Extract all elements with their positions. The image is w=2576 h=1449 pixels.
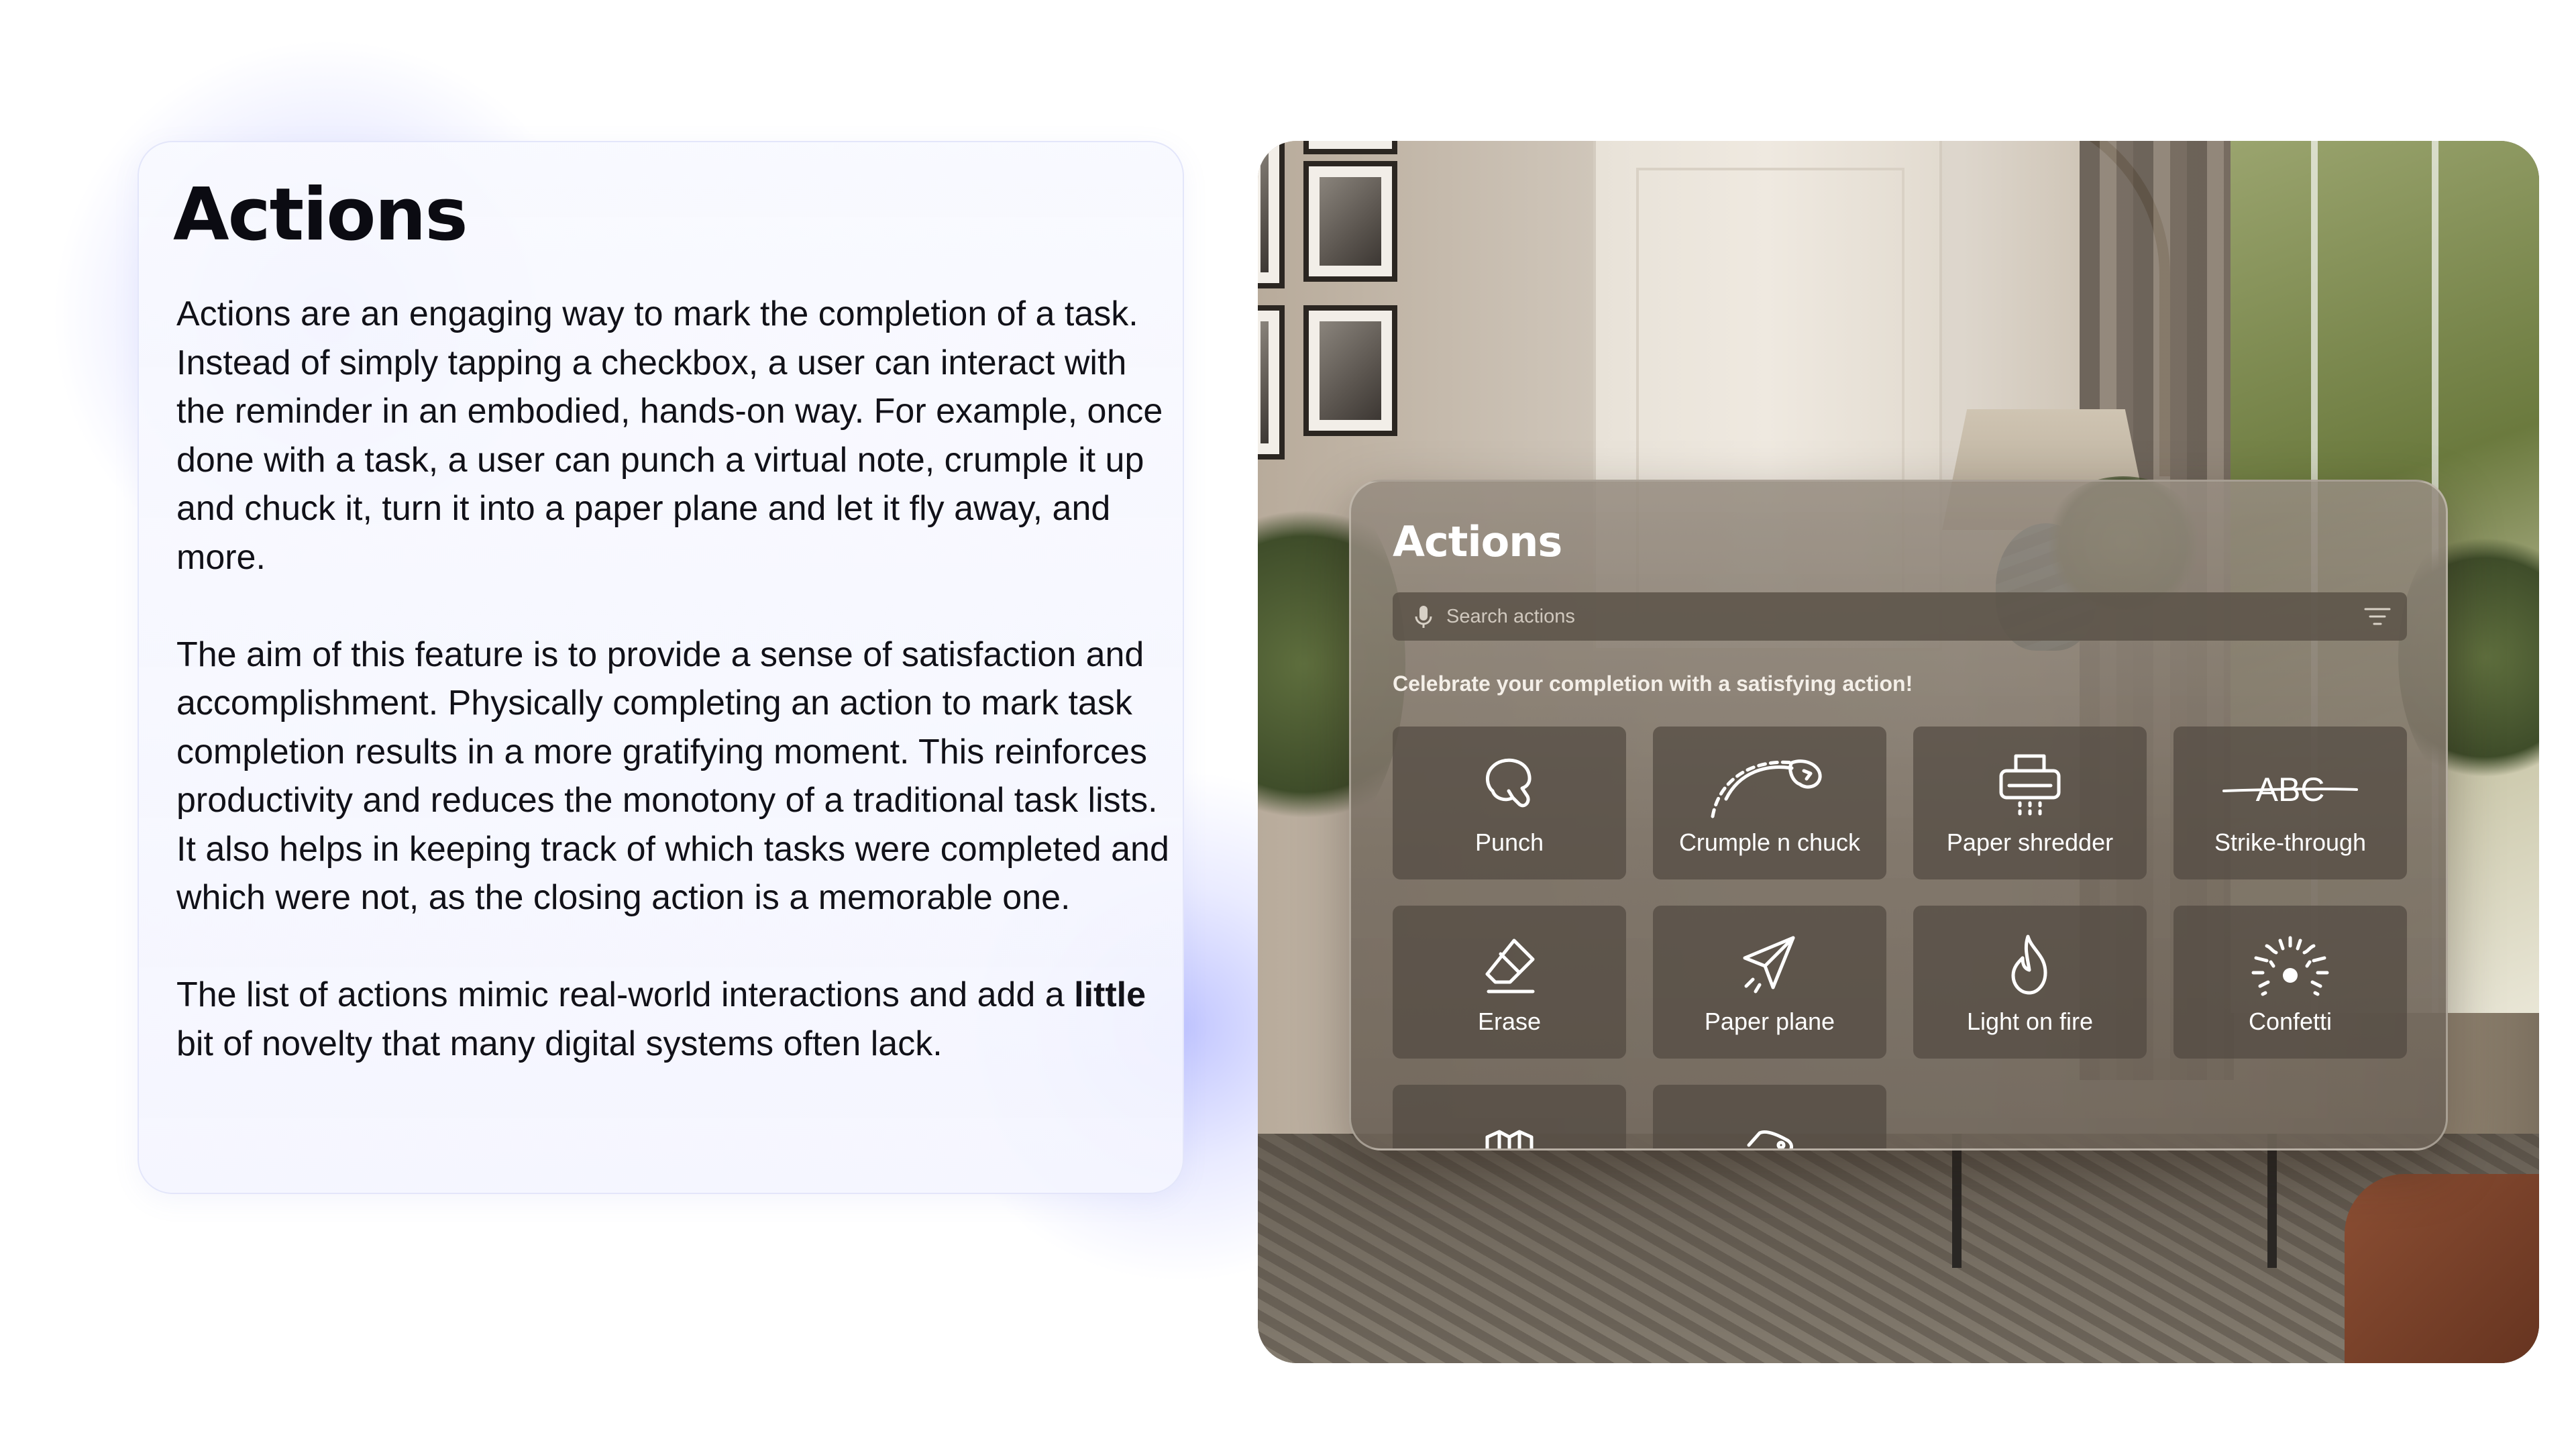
table-leg (2267, 1134, 2277, 1268)
filter-icon[interactable] (2364, 606, 2391, 627)
action-strike-through[interactable]: ABC Strike-through (2174, 727, 2407, 879)
description-paragraph: The aim of this feature is to provide a … (176, 635, 1169, 918)
fold-icon (1472, 1110, 1546, 1148)
paragraph-text: The list of actions mimic real-world int… (176, 975, 1075, 1014)
actions-panel: Actions Celebrate your completion with a… (1349, 480, 2448, 1150)
paper-shredder-icon (1993, 752, 2067, 819)
panel-title: Actions (1393, 517, 1562, 566)
action-erase[interactable]: Erase (1393, 906, 1626, 1059)
search-input[interactable] (1446, 592, 2345, 641)
action-label: Paper plane (1704, 1008, 1835, 1035)
description-paragraph: Actions are an engaging way to mark the … (176, 294, 1163, 577)
eraser-icon (1472, 931, 1546, 998)
armchair (2345, 1174, 2539, 1363)
action-label: Crumple n chuck (1678, 828, 1861, 856)
microphone-icon[interactable] (1410, 603, 1437, 630)
paragraph-text: bit of novelty that many digital systems… (176, 1024, 943, 1063)
strike-through-icon: ABC (2220, 752, 2361, 819)
picture-frame (1258, 141, 1285, 288)
action-confetti[interactable]: Confetti (2174, 906, 2407, 1059)
action-paper-plane[interactable]: Paper plane (1653, 906, 1886, 1059)
tag-icon (1733, 1110, 1807, 1148)
action-light-on-fire[interactable]: Light on fire (1913, 906, 2147, 1059)
action-tile[interactable] (1653, 1085, 1886, 1148)
confetti-icon (2240, 931, 2341, 998)
action-label: Strike-through (2214, 828, 2367, 856)
action-paper-shredder[interactable]: Paper shredder (1913, 727, 2147, 879)
picture-frame (1303, 161, 1397, 282)
paper-plane-icon (1733, 931, 1807, 998)
action-label: Light on fire (1966, 1008, 2094, 1035)
action-tile[interactable] (1393, 1085, 1626, 1148)
action-crumple-chuck[interactable]: Crumple n chuck (1653, 727, 1886, 879)
section-title: Actions (173, 173, 468, 257)
action-punch[interactable]: Punch (1393, 727, 1626, 879)
description-text: Actions are an engaging way to mark the … (176, 290, 1169, 1117)
flame-icon (1993, 931, 2067, 998)
search-bar[interactable] (1393, 592, 2407, 641)
description-paragraph: The list of actions mimic real-world int… (176, 971, 1169, 1068)
panel-subtitle: Celebrate your completion with a satisfy… (1393, 672, 1913, 696)
picture-frame (1303, 141, 1397, 154)
paragraph-emphasis: little (1074, 975, 1146, 1014)
crumple-chuck-icon (1706, 752, 1833, 819)
action-label: Confetti (2248, 1008, 2332, 1035)
action-label: Punch (1474, 828, 1544, 856)
action-label: Erase (1477, 1008, 1542, 1035)
picture-frame (1303, 305, 1397, 436)
picture-frame (1258, 305, 1285, 460)
action-label: Paper shredder (1946, 828, 2114, 856)
table-leg (1952, 1134, 1962, 1268)
punch-icon (1472, 752, 1546, 819)
